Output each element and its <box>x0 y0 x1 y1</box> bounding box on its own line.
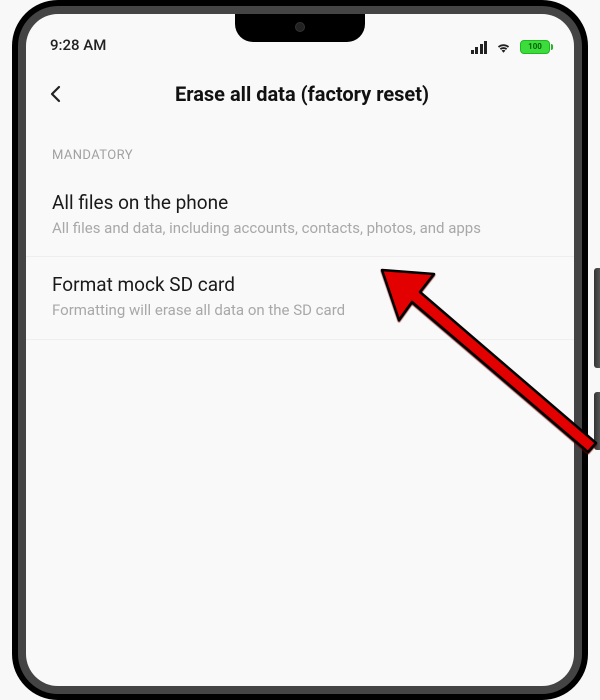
wifi-icon <box>495 41 512 54</box>
volume-rocker <box>594 268 600 368</box>
phone-frame: 9:28 AM 100 <box>12 0 588 700</box>
setting-item-desc: Formatting will erase all data on the SD… <box>52 300 548 320</box>
back-button[interactable] <box>40 78 72 110</box>
battery-percent: 100 <box>528 43 542 51</box>
setting-item-desc: All files and data, including accounts, … <box>52 218 548 238</box>
setting-item-format-sd[interactable]: Format mock SD card Formatting will eras… <box>26 257 574 339</box>
setting-item-all-files[interactable]: All files on the phone All files and dat… <box>26 175 574 257</box>
page-title: Erase all data (factory reset) <box>86 82 518 106</box>
page-header: Erase all data (factory reset) <box>26 58 574 130</box>
battery-icon: 100 <box>520 40 550 54</box>
cellular-signal-icon <box>471 40 488 54</box>
chevron-left-icon <box>47 85 65 103</box>
front-camera <box>295 22 305 32</box>
notch <box>235 14 365 42</box>
setting-item-title: Format mock SD card <box>52 273 548 296</box>
power-button <box>594 392 600 450</box>
setting-item-title: All files on the phone <box>52 191 548 214</box>
screen: 9:28 AM 100 <box>26 14 574 686</box>
section-label-mandatory: MANDATORY <box>26 130 574 175</box>
status-indicators: 100 <box>471 40 551 54</box>
phone-inner-bezel: 9:28 AM 100 <box>18 6 582 694</box>
status-time: 9:28 AM <box>50 36 106 54</box>
